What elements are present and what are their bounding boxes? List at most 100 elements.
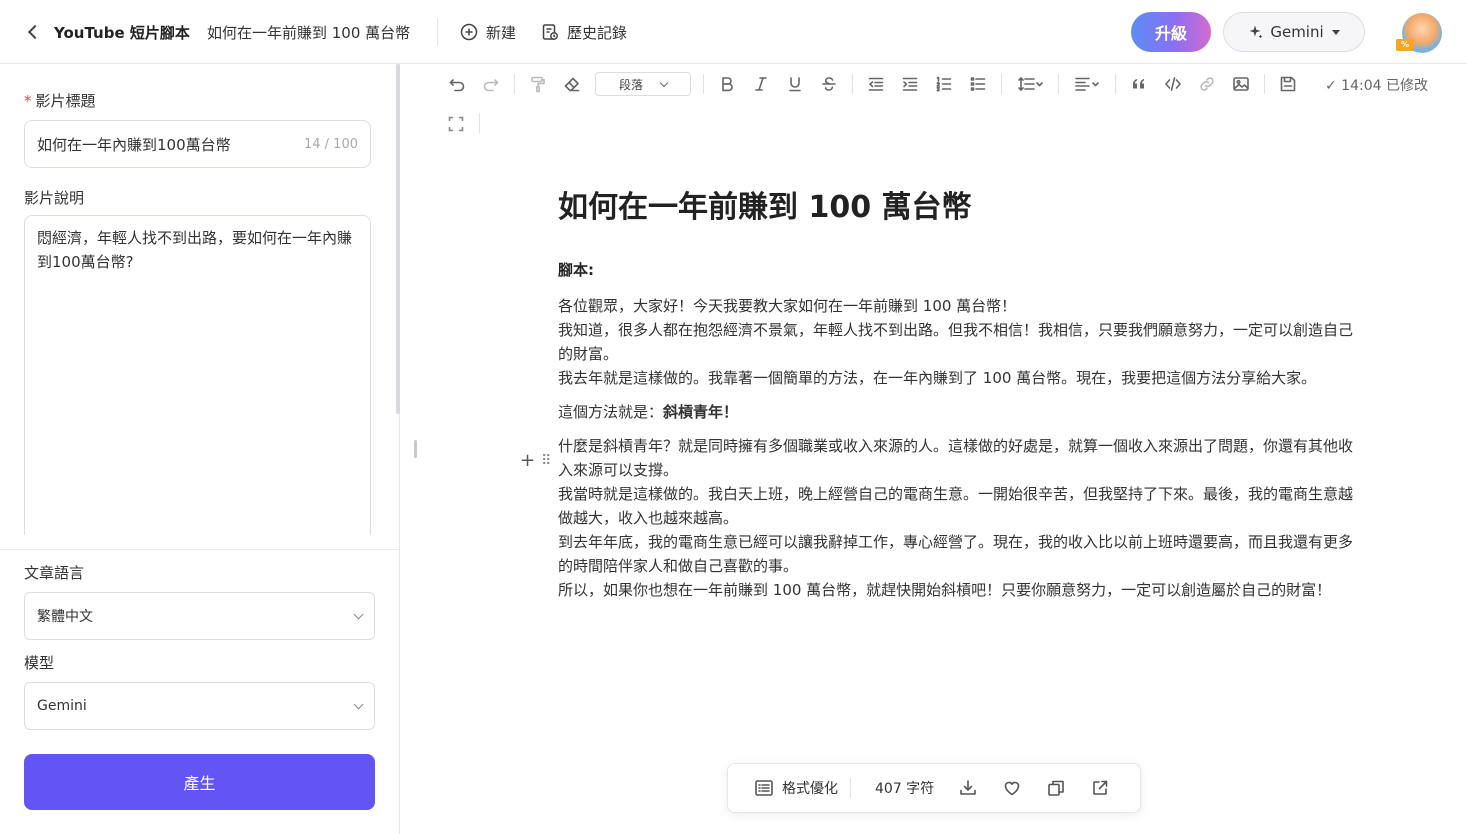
link-button[interactable] [1190,68,1224,100]
bullet-list-button[interactable] [961,68,995,100]
heart-icon [1004,781,1020,796]
format-list-icon [755,780,773,796]
paragraph-style-select[interactable]: 段落 [595,72,691,96]
paragraph[interactable]: 我當時就是這樣做的。我白天上班，晚上經營自己的電商生意。一開始很辛苦，但我堅持了… [558,482,1363,530]
save-status: ✓ 14:04 已修改 [1325,78,1428,94]
video-title-value: 如何在一年內賺到100萬台幣 [37,135,231,154]
add-block-icon[interactable]: + [520,452,535,470]
redo-button[interactable] [474,68,508,100]
image-button[interactable] [1224,68,1258,100]
title-char-count: 14 / 100 [304,136,358,152]
new-button-label: 新建 [486,23,517,42]
history-icon [542,24,558,40]
link-icon [1200,77,1214,91]
ordered-list-button[interactable] [927,68,961,100]
language-select[interactable]: 繁體中文 [24,592,375,640]
model-select[interactable]: Gemini [24,682,375,730]
required-mark: * [24,92,32,110]
model-select-value: Gemini [37,698,87,714]
italic-icon [755,77,767,91]
underline-icon [789,77,801,92]
panel-resize-handle[interactable] [414,440,417,458]
app-title: YouTube 短片腳本 [54,23,190,42]
video-title-label-text: 影片標題 [35,92,96,110]
history-button[interactable]: 歷史記錄 [541,20,627,44]
toolbar-divider [479,113,480,133]
save-icon [1280,76,1296,92]
toolbar-divider [1058,74,1059,94]
toolbar-divider [852,74,853,94]
quote-icon [1133,79,1144,89]
video-title-label: * 影片標題 [24,90,96,111]
format-optimize-label: 格式優化 [782,781,838,797]
script-label[interactable]: 腳本: [558,258,1363,282]
document-title[interactable]: 如何在一年前賺到 100 萬台幣 [558,186,1363,230]
toolbar-divider [1115,74,1116,94]
chevron-down-icon [659,78,669,87]
align-button[interactable] [1065,68,1109,100]
model-label: 模型 [24,654,55,672]
document-body[interactable]: 如何在一年前賺到 100 萬台幣 腳本: 各位觀眾，大家好！今天我要教大家如何在… [558,186,1363,612]
paragraph[interactable]: 各位觀眾，大家好！今天我要教大家如何在一年前賺到 100 萬台幣！ [558,294,1363,318]
paragraph[interactable]: 到去年年底，我的電商生意已經可以讓我辭掉工作，專心經營了。現在，我的收入比以前上… [558,530,1363,578]
code-button[interactable] [1156,68,1190,100]
panel-divider [0,549,399,550]
history-button-label: 歷史記錄 [567,23,628,42]
method-paragraph[interactable]: 這個方法就是：斜槓青年！ [558,400,1363,424]
language-label: 文章語言 [24,564,85,582]
toolbar-divider [514,74,515,94]
download-button[interactable] [946,770,990,806]
document-name: 如何在一年前賺到 100 萬台幣 [207,24,411,42]
video-description-textarea[interactable]: 悶經濟，年輕人找不到出路，要如何在一年內賺到100萬台幣? [24,215,371,535]
save-button[interactable] [1271,68,1305,100]
chevron-down-icon [353,699,364,709]
strikethrough-button[interactable] [812,68,846,100]
copy-icon [1048,780,1064,796]
indent-button[interactable] [893,68,927,100]
download-icon [960,780,976,795]
toolbar-divider [703,74,704,94]
top-bar: YouTube 短片腳本 如何在一年前賺到 100 萬台幣 新建 歷史記錄 升級… [0,0,1467,64]
model-switcher[interactable]: Gemini [1223,12,1365,52]
model-switcher-label: Gemini [1270,23,1324,41]
generate-button[interactable]: 產生 [24,754,375,810]
blockquote-button[interactable] [1122,68,1156,100]
left-panel-scrollbar[interactable] [396,64,400,414]
video-title-input[interactable]: 如何在一年內賺到100萬台幣 14 / 100 [24,120,371,168]
underline-button[interactable] [778,68,812,100]
clear-format-button[interactable] [555,68,589,100]
italic-button[interactable] [744,68,778,100]
paragraph[interactable]: 我去年就是這樣做的。我靠著一個簡單的方法，在一年內賺到了 100 萬台幣。現在，… [558,366,1363,390]
paragraph[interactable]: 所以，如果你也想在一年前賺到 100 萬台幣，就趕快開始斜槓吧！只要你願意努力，… [558,578,1363,602]
line-height-button[interactable] [1008,68,1052,100]
block-handle: + ⠿ [520,452,551,470]
share-button[interactable] [1078,770,1122,806]
divider [437,18,438,46]
toolbar-divider [1001,74,1002,94]
paragraph[interactable]: 我知道，很多人都在抱怨經濟不景氣，年輕人找不到出路。但我不相信！我相信，只要我們… [558,318,1363,366]
sparkle-icon [1249,25,1263,39]
upgrade-button[interactable]: 升級 [1131,12,1211,52]
back-button[interactable]: YouTube 短片腳本 [26,20,190,44]
line-height-icon [1018,77,1043,91]
new-button[interactable]: 新建 [460,20,516,44]
bold-icon [722,77,733,92]
bold-button[interactable] [710,68,744,100]
outdent-icon [868,77,884,91]
undo-button[interactable] [440,68,474,100]
paragraph[interactable]: 什麼是斜槓青年？就是同時擁有多個職業或收入來源的人。這樣做的好處是，就算一個收入… [558,434,1363,482]
format-painter-button[interactable] [521,68,555,100]
align-left-icon [1075,77,1099,91]
plus-circle-icon [460,23,478,41]
paragraph-style-value: 段落 [618,77,643,92]
format-painter-icon [531,76,545,93]
outdent-button[interactable] [859,68,893,100]
format-optimize-button[interactable]: 格式優化 [742,778,838,798]
char-count: 407 字符 [875,781,935,797]
fullscreen-button[interactable] [440,108,472,140]
copy-button[interactable] [1034,770,1078,806]
bar-divider [850,778,851,798]
caret-down-icon [1331,29,1340,35]
drag-handle-icon[interactable]: ⠿ [541,453,551,469]
favorite-button[interactable] [990,770,1034,806]
